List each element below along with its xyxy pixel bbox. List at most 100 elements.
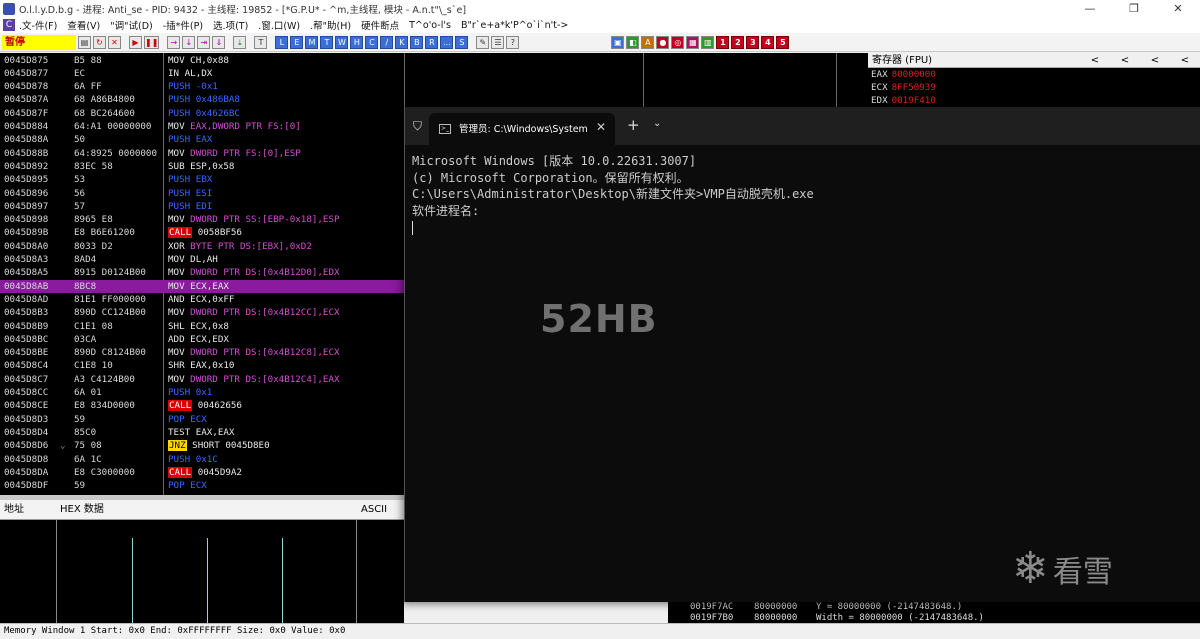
plugin-f-icon[interactable]: ▦ (686, 35, 700, 49)
disasm-row[interactable]: 0045D8B9 C1E1 08 SHL ECX,0x8 (0, 320, 404, 333)
disasm-row[interactable]: 0045D8BC 03CA ADD ECX,EDX (0, 333, 404, 346)
disasm-row[interactable]: 0045D8BE 890D C8124B00 MOV DWORD PTR DS:[0… (0, 346, 404, 359)
memory-window-button[interactable]: M (305, 35, 319, 49)
disasm-row[interactable]: 0045D896 56 PUSH ESI (0, 187, 404, 200)
disasm-row[interactable]: 0045D8A5 8915 D0124B00 MOV DWORD PTR DS:[0… (0, 266, 404, 279)
disasm-row[interactable]: 0045D8CE E8 834D0000 CALL 00462656 (0, 399, 404, 412)
disasm-row[interactable]: 0045D8D4 85C0 TEST EAX,EAX (0, 426, 404, 439)
disasm-row[interactable]: 0045D8C7 A3 C4124B00 MOV DWORD PTR DS:[0x4… (0, 373, 404, 386)
disasm-row[interactable]: 0045D8D6 ⌄ 75 08 JNZ SHORT 0045D8E0 (0, 439, 404, 452)
step-over-icon[interactable]: ↓ (182, 35, 196, 49)
menu-help[interactable]: .帮"助(H) (310, 18, 351, 32)
disasm-row[interactable]: 0045D89B E8 B6E61200 CALL 0058BF56 (0, 226, 404, 239)
reg-scroll-left-4[interactable]: < (1170, 53, 1200, 67)
menu-options[interactable]: 选.项(T) (213, 18, 248, 32)
new-tab-icon[interactable]: + (627, 116, 640, 134)
plugin-e-icon[interactable]: ◎ (671, 35, 685, 49)
menu-window[interactable]: .窗.口(W) (258, 18, 300, 32)
handles-window-button[interactable]: H (350, 35, 364, 49)
animate-over-icon[interactable]: ⇓ (212, 35, 226, 49)
menu-breakpoints[interactable]: B"r`e+a*k'P^o`i`n't-> (461, 20, 568, 31)
hex-dump-pane[interactable]: 地址 HEX 数据 ASCII (0, 498, 404, 623)
windows-window-button[interactable]: W (335, 35, 349, 49)
cpu-menu-icon[interactable]: C (3, 19, 15, 31)
disasm-row[interactable]: 0045D8AD 81E1 FF000000 AND ECX,0xFF (0, 293, 404, 306)
plugin-2-button[interactable]: 2 (731, 35, 745, 49)
disasm-row[interactable]: 0045D892 83EC 58 SUB ESP,0x58 (0, 160, 404, 173)
threads-window-button[interactable]: T (320, 35, 334, 49)
menu-file[interactable]: .文-件(F) (19, 18, 57, 32)
wrench-icon[interactable]: ✎ (476, 35, 490, 49)
hex-col-ascii[interactable]: ASCII (361, 500, 387, 520)
log-window-button[interactable]: L (275, 35, 289, 49)
disasm-row[interactable]: 0045D875 B5 88 MOV CH,0x88 (0, 54, 404, 67)
disasm-row[interactable]: 0045D8A0 8033 D2 XOR BYTE PTR DS:[EBX],0xD… (0, 240, 404, 253)
disasm-row[interactable]: 0045D895 53 PUSH EBX (0, 173, 404, 186)
disasm-row[interactable]: 0045D8C4 C1E8 10 SHR EAX,0x10 (0, 359, 404, 372)
call-stack-window-button[interactable]: K (395, 35, 409, 49)
reg-scroll-left-2[interactable]: < (1110, 53, 1140, 67)
disasm-row[interactable]: 0045D8D8 6A 1C PUSH 0x1C (0, 453, 404, 466)
plugin-d-icon[interactable]: ● (656, 35, 670, 49)
terminal-output[interactable]: Microsoft Windows [版本 10.0.22631.3007] (c… (412, 145, 1192, 236)
plugin-1-button[interactable]: 1 (716, 35, 730, 49)
plugin-a-icon[interactable]: ▣ (611, 35, 625, 49)
menu-view[interactable]: 查看(V) (67, 18, 100, 32)
register-row-ecx[interactable]: ECX 8FF50939 (868, 81, 1200, 94)
goto-icon[interactable]: T (254, 35, 268, 49)
disasm-row[interactable]: 0045D8DA E8 C3000000 CALL 0045D9A2 (0, 466, 404, 479)
hex-col-data[interactable]: HEX 数据 (60, 500, 104, 520)
stack-pane[interactable]: 0019F7AC 80000000 Y = 80000000 (-2147483… (668, 602, 1200, 623)
open-icon[interactable]: ▤ (78, 35, 91, 49)
source-window-button[interactable]: S (455, 35, 469, 49)
plugin-4-button[interactable]: 4 (761, 35, 775, 49)
plugin-b-icon[interactable]: ◧ (626, 35, 640, 49)
help-icon[interactable]: ? (506, 35, 520, 49)
execute-till-return-icon[interactable]: ⤓ (233, 35, 247, 49)
animate-into-icon[interactable]: ⇥ (197, 35, 211, 49)
references-window-button[interactable]: R (425, 35, 439, 49)
disasm-row[interactable]: 0045D898 8965 E8 MOV DWORD PTR SS:[EBP-0x1… (0, 213, 404, 226)
restart-icon[interactable]: ↻ (93, 35, 106, 49)
plugin-c-icon[interactable]: A (641, 35, 655, 49)
disasm-row[interactable]: 0045D884 64:A1 00000000 MOV EAX,DWORD PTR … (0, 120, 404, 133)
register-row-edx[interactable]: EDX 0019F410 (868, 94, 1200, 107)
registers-pane[interactable]: 寄存器 (FPU) < < < < EAX 80000000 ECX 8FF5093… (868, 53, 1200, 109)
plugin-g-icon[interactable]: ▥ (701, 35, 715, 49)
modules-window-button[interactable]: E (290, 35, 304, 49)
disasm-row[interactable]: 0045D88A 50 PUSH EAX (0, 133, 404, 146)
hex-col-address[interactable]: 地址 (4, 500, 24, 520)
disasm-row[interactable]: 0045D877 EC IN AL,DX (0, 67, 404, 80)
menu-debug[interactable]: "调"试(D) (110, 18, 152, 32)
run-trace-window-button[interactable]: ... (440, 35, 454, 49)
disasm-row[interactable]: 0045D878 6A FF PUSH -0x1 (0, 80, 404, 93)
close-process-icon[interactable]: ✕ (108, 35, 121, 49)
terminal-tab[interactable]: >_ 管理员: C:\Windows\System32 ✕ (429, 113, 615, 145)
list-icon[interactable]: ☰ (491, 35, 505, 49)
disasm-row[interactable]: 0045D8DF 59 POP ECX (0, 479, 404, 492)
reg-scroll-left-1[interactable]: < (1080, 53, 1110, 67)
close-tab-icon[interactable]: ✕ (596, 120, 606, 134)
step-into-icon[interactable]: → (167, 35, 181, 49)
pause-icon[interactable]: ❚❚ (144, 35, 160, 49)
reg-scroll-left-3[interactable]: < (1140, 53, 1170, 67)
cpu-window-button[interactable]: C (365, 35, 379, 49)
plugin-5-button[interactable]: 5 (776, 35, 790, 49)
close-button[interactable]: ✕ (1156, 2, 1200, 15)
disasm-row[interactable]: 0045D8B3 890D CC124B00 MOV DWORD PTR DS:[0… (0, 306, 404, 319)
disasm-row[interactable]: 0045D897 57 PUSH EDI (0, 200, 404, 213)
disasm-row[interactable]: 0045D8D3 59 POP ECX (0, 413, 404, 426)
chevron-down-icon[interactable]: ⌄ (653, 118, 661, 129)
maximize-button[interactable]: ❐ (1112, 2, 1156, 15)
terminal-window[interactable]: ⛉ >_ 管理员: C:\Windows\System32 ✕ + ⌄ Micr… (404, 107, 1200, 602)
menu-tools[interactable]: T^o'o-l's (409, 20, 451, 31)
plugin-3-button[interactable]: 3 (746, 35, 760, 49)
menu-plugins[interactable]: -插*件(P) (163, 18, 203, 32)
disasm-row[interactable]: 0045D88B 64:8925 0000000 MOV DWORD PTR FS:… (0, 147, 404, 160)
disasm-row[interactable]: 0045D8AB 8BC8 MOV ECX,EAX (0, 279, 404, 293)
run-icon[interactable]: ▶ (129, 35, 142, 49)
menu-hw-breakpoints[interactable]: 硬件断点 (361, 18, 399, 32)
disasm-row[interactable]: 0045D87A 68 A86B4800 PUSH 0x486BA8 (0, 93, 404, 106)
register-row-eax[interactable]: EAX 80000000 (868, 68, 1200, 81)
disasm-row[interactable]: 0045D8A3 8AD4 MOV DL,AH (0, 253, 404, 266)
